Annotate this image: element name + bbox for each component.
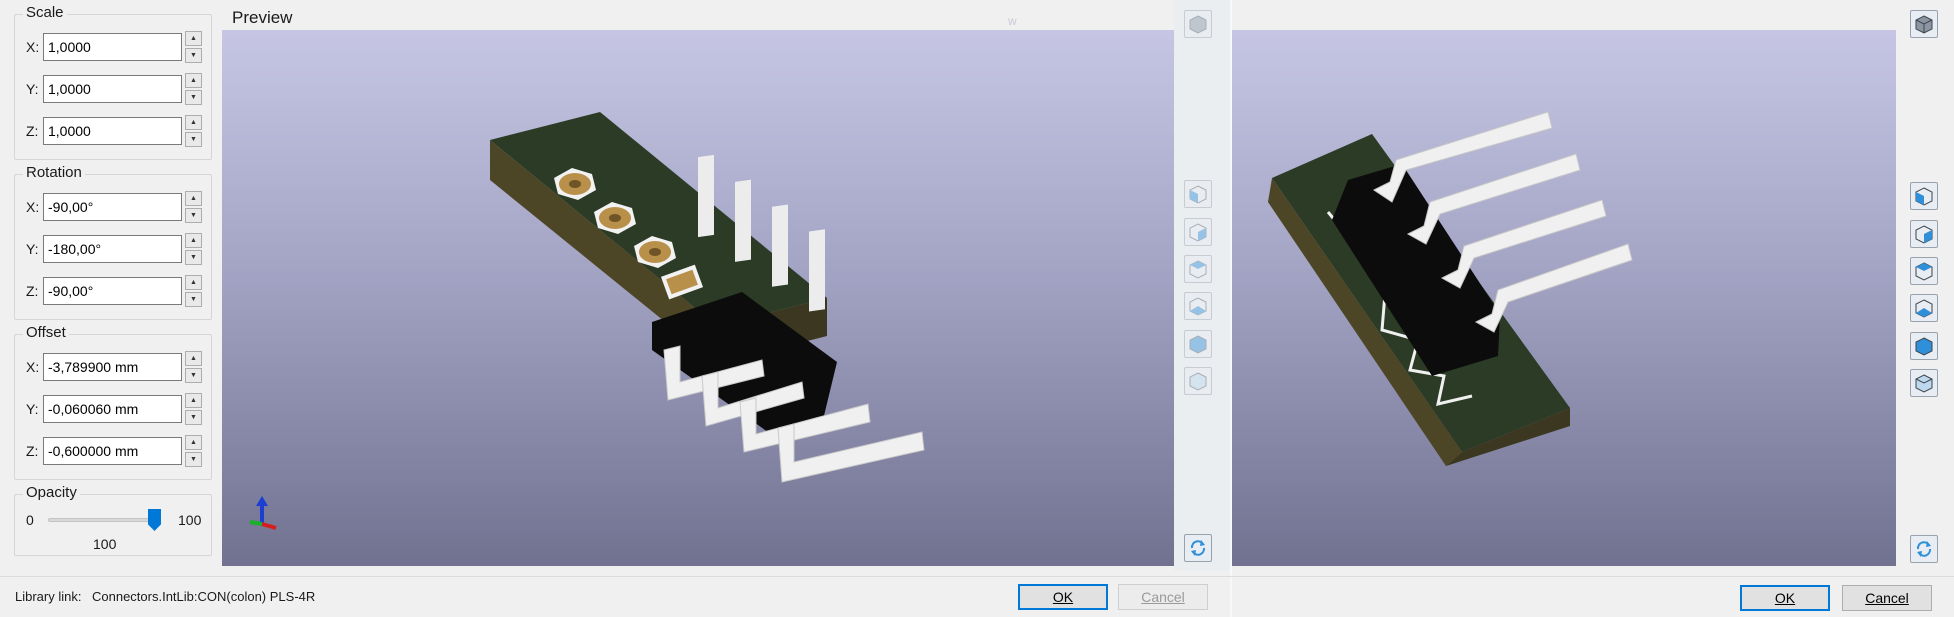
spin-up-icon[interactable]: ▲ — [185, 435, 202, 450]
spin-down-icon[interactable]: ▼ — [185, 368, 202, 383]
preview-viewport-left[interactable] — [222, 30, 1174, 566]
rotation-x-row: X: ▲ ▼ — [26, 191, 202, 223]
rotation-z-input[interactable] — [43, 277, 182, 305]
spin-down-icon[interactable]: ▼ — [185, 410, 202, 425]
spin-up-icon[interactable]: ▲ — [185, 115, 202, 130]
reload-icon[interactable] — [1910, 535, 1938, 563]
spin-up-icon[interactable]: ▲ — [185, 351, 202, 366]
view-front-icon[interactable] — [1910, 182, 1938, 210]
spin-down-icon[interactable]: ▼ — [185, 132, 202, 147]
cancel-button-ghost: Cancel — [1118, 584, 1208, 610]
view-left-icon-ghost — [1184, 255, 1212, 283]
view-back-icon-ghost — [1184, 218, 1212, 246]
rotation-x-label: X: — [26, 199, 40, 215]
view-right-icon-ghost — [1184, 292, 1212, 320]
rotation-z-label: Z: — [26, 283, 39, 299]
offset-x-input[interactable] — [43, 353, 182, 381]
rotation-x-input[interactable] — [43, 193, 182, 221]
spin-down-icon[interactable]: ▼ — [185, 250, 202, 265]
offset-x-label: X: — [26, 359, 40, 375]
cancel-button[interactable]: Cancel — [1842, 585, 1932, 611]
offset-z-spinner: ▲ ▼ — [185, 435, 202, 467]
offset-y-spinner: ▲ ▼ — [185, 393, 202, 425]
opacity-min-label: 0 — [26, 512, 34, 528]
properties-panel: Scale X: ▲ ▼ Y: ▲ ▼ Z: ▲ ▼ Rotation X: ▲… — [0, 0, 218, 570]
view-top-icon[interactable] — [1910, 332, 1938, 360]
offset-z-label: Z: — [26, 443, 39, 459]
scale-y-label: Y: — [26, 81, 39, 97]
scale-group-title: Scale — [23, 4, 67, 21]
spin-down-icon[interactable]: ▼ — [185, 90, 202, 105]
rotation-x-spinner: ▲ ▼ — [185, 191, 202, 223]
view-front-icon-ghost — [1184, 180, 1212, 208]
scale-y-input[interactable] — [43, 75, 182, 103]
rotation-y-row: Y: ▲ ▼ — [26, 233, 202, 265]
ghost-label: w — [1008, 14, 1017, 28]
axis-triad-icon — [249, 496, 277, 530]
reload-icon-ghost[interactable] — [1184, 534, 1212, 562]
scale-z-input[interactable] — [43, 117, 182, 145]
view-right-icon[interactable] — [1910, 294, 1938, 322]
view-top-icon-ghost — [1184, 330, 1212, 358]
offset-y-label: Y: — [26, 401, 39, 417]
view-back-icon[interactable] — [1910, 220, 1938, 248]
view-left-icon[interactable] — [1910, 257, 1938, 285]
offset-x-spinner: ▲ ▼ — [185, 351, 202, 383]
offset-x-row: X: ▲ ▼ — [26, 351, 202, 383]
spin-up-icon[interactable]: ▲ — [185, 191, 202, 206]
scale-y-spinner: ▲ ▼ — [185, 73, 202, 105]
scale-x-row: X: ▲ ▼ — [26, 31, 202, 63]
spin-up-icon[interactable]: ▲ — [185, 275, 202, 290]
rotation-y-spinner: ▲ ▼ — [185, 233, 202, 265]
ok-button-ghost[interactable]: OK — [1018, 584, 1108, 610]
rotation-group-title: Rotation — [23, 164, 85, 181]
scale-x-label: X: — [26, 39, 40, 55]
library-link-value: Connectors.IntLib:CON(colon) PLS-4R — [92, 589, 316, 604]
spin-down-icon[interactable]: ▼ — [185, 208, 202, 223]
rotation-z-spinner: ▲ ▼ — [185, 275, 202, 307]
spin-down-icon[interactable]: ▼ — [185, 48, 202, 63]
view-bottom-icon-ghost — [1184, 367, 1212, 395]
preview-viewport-right[interactable] — [1232, 30, 1896, 566]
offset-y-row: Y: ▲ ▼ — [26, 393, 202, 425]
ok-button[interactable]: OK — [1740, 585, 1830, 611]
opacity-value-label: 100 — [93, 536, 117, 552]
spin-up-icon[interactable]: ▲ — [185, 233, 202, 248]
preview-title: Preview — [232, 8, 293, 27]
offset-z-input[interactable] — [43, 437, 182, 465]
scale-x-spinner: ▲ ▼ — [185, 31, 202, 63]
scale-z-spinner: ▲ ▼ — [185, 115, 202, 147]
scale-z-row: Z: ▲ ▼ — [26, 115, 202, 147]
footer-separator — [0, 576, 1954, 577]
iso-view-icon-ghost — [1184, 10, 1212, 38]
offset-z-row: Z: ▲ ▼ — [26, 435, 202, 467]
opacity-slider-track[interactable] — [48, 518, 160, 522]
spin-up-icon[interactable]: ▲ — [185, 73, 202, 88]
rotation-y-label: Y: — [26, 241, 39, 257]
connector-3d-model-right — [1268, 111, 1633, 466]
spin-up-icon[interactable]: ▲ — [185, 393, 202, 408]
iso-view-icon[interactable] — [1910, 10, 1938, 38]
opacity-group-title: Opacity — [23, 484, 80, 501]
library-link-label: Library link: — [15, 589, 82, 604]
spin-down-icon[interactable]: ▼ — [185, 452, 202, 467]
rotation-z-row: Z: ▲ ▼ — [26, 275, 202, 307]
view-bottom-icon[interactable] — [1910, 369, 1938, 397]
spin-up-icon[interactable]: ▲ — [185, 31, 202, 46]
scale-y-row: Y: ▲ ▼ — [26, 73, 202, 105]
connector-3d-model-left — [249, 112, 925, 530]
scale-z-label: Z: — [26, 123, 39, 139]
offset-group-title: Offset — [23, 324, 69, 341]
scale-x-input[interactable] — [43, 33, 182, 61]
opacity-max-label: 100 — [178, 512, 202, 528]
rotation-y-input[interactable] — [43, 235, 182, 263]
offset-y-input[interactable] — [43, 395, 182, 423]
ghost-toolbar-overlay — [1174, 0, 1230, 570]
spin-down-icon[interactable]: ▼ — [185, 292, 202, 307]
